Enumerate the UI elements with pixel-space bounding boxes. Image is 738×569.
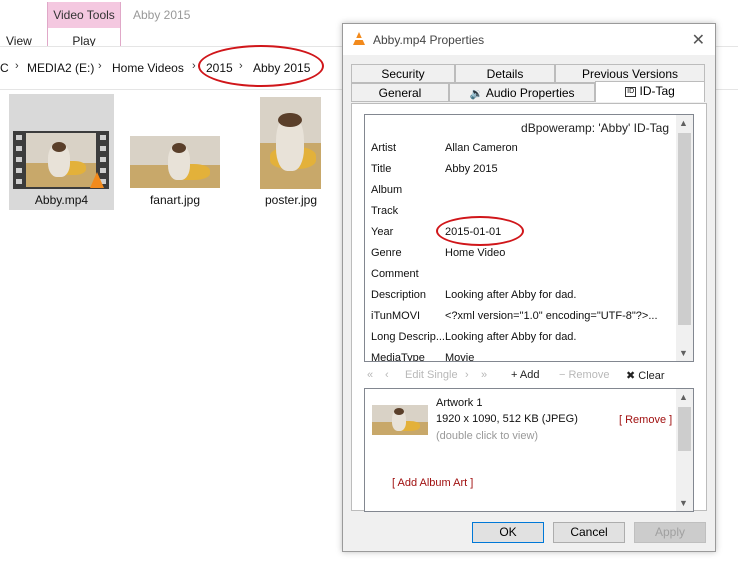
add-artwork-button[interactable]: + Add	[511, 369, 539, 381]
breadcrumb-home-videos[interactable]: Home Videos	[112, 61, 184, 75]
scroll-up-icon[interactable]: ▲	[679, 392, 688, 402]
chevron-right-icon: ›	[239, 60, 243, 72]
dialog-title: Abby.mp4 Properties	[373, 33, 485, 47]
scrollbar-thumb[interactable]	[678, 133, 691, 325]
ok-button[interactable]: OK	[472, 522, 544, 543]
artwork-title: Artwork 1	[436, 397, 483, 409]
scroll-down-icon[interactable]: ▼	[679, 348, 688, 358]
tag-label: Album	[371, 184, 403, 196]
tag-value[interactable]: Looking after Abby for dad.	[445, 331, 576, 343]
tag-value[interactable]: Allan Cameron	[445, 142, 518, 154]
last-artwork-button[interactable]: »	[481, 369, 487, 381]
cancel-button[interactable]: Cancel	[553, 522, 625, 543]
breadcrumb-abby-2015[interactable]: Abby 2015	[253, 61, 310, 75]
speaker-icon: 🔉	[469, 88, 484, 100]
tab-id-tag[interactable]: ID ID-Tag	[595, 81, 705, 102]
add-album-art-link[interactable]: [ Add Album Art ]	[392, 477, 473, 489]
artwork-info: 1920 x 1090, 512 KB (JPEG)	[436, 413, 578, 425]
scrollbar-thumb[interactable]	[678, 407, 691, 451]
id-tag-header: dBpoweramp: 'Abby' ID-Tag	[521, 121, 669, 135]
artwork-hint: (double click to view)	[436, 430, 539, 442]
tag-label: Year	[371, 226, 394, 238]
tag-label: iTunMOVI	[371, 310, 421, 322]
artwork-thumbnail[interactable]	[372, 405, 428, 435]
tag-label: Artist	[371, 142, 397, 154]
chevron-right-icon: ›	[15, 60, 19, 72]
tab-details[interactable]: Details	[455, 64, 555, 83]
close-icon[interactable]: ✕	[692, 30, 705, 50]
first-artwork-button[interactable]: «	[367, 369, 373, 381]
tag-value[interactable]: Looking after Abby for dad.	[445, 289, 576, 301]
apply-button[interactable]: Apply	[634, 522, 706, 543]
file-item-fanart-jpg[interactable]	[130, 136, 220, 188]
file-name: poster.jpg	[264, 193, 318, 207]
window-title: Abby 2015	[133, 8, 191, 22]
clear-artwork-button[interactable]: ✖ Clear	[626, 369, 665, 382]
tag-label: Title	[371, 163, 392, 175]
file-name: fanart.jpg	[149, 193, 201, 207]
id-tag-list[interactable]: dBpoweramp: 'Abby' ID-Tag Artist Allan C…	[364, 114, 694, 362]
tag-label: Long Descrip...	[371, 331, 445, 343]
tag-list-scrollbar[interactable]: ▲ ▼	[676, 115, 693, 361]
breadcrumb-drive[interactable]: MEDIA2 (E:)	[27, 61, 94, 75]
breadcrumb-2015[interactable]: 2015	[206, 61, 233, 75]
tab-audio-properties[interactable]: 🔉 Audio Properties	[449, 83, 595, 102]
dialog-title-bar[interactable]: Abby.mp4 Properties ✕	[343, 24, 715, 55]
chevron-right-icon: ›	[192, 60, 196, 72]
artwork-scrollbar[interactable]: ▲ ▼	[676, 389, 693, 511]
remove-artwork-button[interactable]: − Remove	[559, 369, 609, 381]
chevron-right-icon: ›	[98, 60, 102, 72]
tag-value[interactable]: 2015-01-01	[445, 226, 501, 238]
tag-value[interactable]: Movie	[445, 352, 474, 361]
tab-label: ID-Tag	[639, 84, 675, 98]
video-tools-label: Video Tools	[48, 2, 120, 28]
id3-icon: ID	[625, 86, 637, 97]
tag-label: Genre	[371, 247, 402, 259]
vlc-cone-icon	[90, 172, 104, 188]
properties-dialog: Abby.mp4 Properties ✕ Security Details P…	[342, 23, 716, 552]
file-name: Abby.mp4	[34, 193, 89, 207]
tag-value[interactable]: Abby 2015	[445, 163, 498, 175]
prev-artwork-button[interactable]: ‹	[385, 369, 389, 381]
tag-value[interactable]: <?xml version="1.0" encoding="UTF-8"?>..…	[445, 310, 658, 322]
next-artwork-button[interactable]: ›	[465, 369, 469, 381]
tag-value[interactable]: Home Video	[445, 247, 505, 259]
tab-general[interactable]: General	[351, 83, 449, 102]
tab-security[interactable]: Security	[351, 64, 455, 83]
breadcrumb-this-pc[interactable]: C	[0, 61, 9, 75]
tag-label: Track	[371, 205, 399, 217]
scroll-up-icon[interactable]: ▲	[679, 118, 688, 128]
tag-label: Comment	[371, 268, 419, 280]
edit-single-button[interactable]: Edit Single	[405, 369, 458, 381]
remove-artwork-link[interactable]: [ Remove ]	[619, 414, 672, 426]
artwork-list[interactable]: Artwork 1 1920 x 1090, 512 KB (JPEG) (do…	[364, 388, 694, 512]
scroll-down-icon[interactable]: ▼	[679, 498, 688, 508]
tag-label: MediaType	[371, 352, 425, 362]
tab-label: Audio Properties	[485, 86, 575, 100]
tag-label: Description	[371, 289, 427, 301]
video-tools-context-group: Video Tools Play	[47, 2, 121, 48]
file-item-poster-jpg[interactable]	[260, 97, 321, 189]
